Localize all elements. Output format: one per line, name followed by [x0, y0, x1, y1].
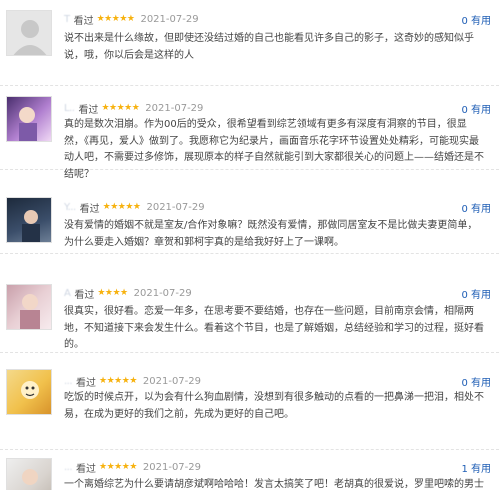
- review-date: 2021-07-29: [133, 287, 192, 299]
- avatar[interactable]: [6, 284, 52, 330]
- useful-button[interactable]: 1 有用: [461, 460, 491, 475]
- avatar[interactable]: [6, 96, 52, 142]
- review-meta: ... 看过 ★★★★★ 2021-07-29: [64, 459, 201, 475]
- watched-label: 看过: [78, 104, 99, 116]
- review-date: 2021-07-29: [142, 461, 202, 473]
- watched-label: 看过: [79, 203, 100, 215]
- avatar[interactable]: [6, 10, 52, 56]
- rating-stars: ★★★★★: [102, 202, 141, 212]
- photo-avatar-icon: [21, 381, 39, 399]
- photo-avatar-icon: [22, 469, 38, 485]
- avatar[interactable]: [6, 458, 52, 490]
- useful-button[interactable]: 0 有用: [461, 12, 491, 27]
- photo-avatar-icon: [20, 294, 40, 329]
- username[interactable]: ...: [64, 376, 73, 387]
- useful-button[interactable]: 0 有用: [461, 101, 491, 116]
- avatar[interactable]: [6, 369, 52, 415]
- useful-button[interactable]: 0 有用: [461, 286, 491, 301]
- photo-avatar-icon: [19, 107, 37, 141]
- review-date: 2021-07-29: [140, 13, 199, 25]
- username[interactable]: ...: [64, 462, 73, 473]
- review-meta: Y... 看过 ★★★★★ 2021-07-29: [64, 199, 205, 215]
- review-meta: L.. 看过 ★★★★★ 2021-07-29: [64, 100, 203, 116]
- review-text: 说不出来是什么缘故，但即使还没结过婚的自己也能看见许多自己的影子，这奇妙的感知似…: [64, 33, 474, 61]
- username[interactable]: T: [64, 14, 70, 25]
- watched-label: 看过: [73, 15, 94, 27]
- watched-label: 看过: [74, 289, 95, 301]
- username[interactable]: L..: [64, 103, 75, 114]
- avatar[interactable]: [6, 197, 52, 243]
- review-text: 吃饭的时候点开，以为会有什么狗血剧情，没想到有很多触动的点看的一把鼻涕一把泪，相…: [64, 392, 484, 420]
- review-text: 没有爱情的婚姻不就是室友/合作对象嘛？既然没有爱情，那做同居室友不是比做夫妻更简…: [64, 220, 478, 248]
- review-item: ... 看过 ★★★★★ 2021-07-29 1 有用 一个离婚综艺为什么要请…: [0, 450, 499, 490]
- photo-avatar-icon: [22, 210, 40, 242]
- review-meta: ... 看过 ★★★★★ 2021-07-29: [64, 373, 201, 389]
- watched-label: 看过: [76, 377, 97, 389]
- useful-button[interactable]: 0 有用: [461, 374, 491, 389]
- review-item: A 看过 ★★★★ 2021-07-29 0 有用 很真实，很好看。恋爱一年多，…: [0, 254, 499, 353]
- rating-stars: ★★★★: [97, 288, 128, 298]
- rating-stars: ★★★★★: [101, 103, 140, 113]
- default-avatar-icon: [13, 20, 47, 55]
- review-item: Y... 看过 ★★★★★ 2021-07-29 0 有用 没有爱情的婚姻不就是…: [0, 170, 499, 254]
- review-text: 一个离婚综艺为什么要请胡彦斌啊哈哈哈！发言太搞笑了吧！老胡真的很爱说，罗里吧嗦的…: [64, 479, 484, 490]
- review-date: 2021-07-29: [142, 375, 202, 387]
- review-item: T 看过 ★★★★★ 2021-07-29 0 有用 说不出来是什么缘故，但即使…: [0, 0, 499, 86]
- review-text: 很真实，很好看。恋爱一年多，在思考要不要结婚，也存在一些问题，目前南京会情，相隔…: [64, 306, 484, 350]
- username[interactable]: A: [64, 288, 71, 299]
- review-item: L.. 看过 ★★★★★ 2021-07-29 0 有用 真的是数次泪崩。作为0…: [0, 86, 499, 180]
- review-meta: A 看过 ★★★★ 2021-07-29: [64, 285, 192, 301]
- review-meta: T 看过 ★★★★★ 2021-07-29: [64, 11, 199, 27]
- useful-button[interactable]: 0 有用: [461, 200, 491, 215]
- watched-label: 看过: [76, 463, 97, 475]
- rating-stars: ★★★★★: [96, 14, 135, 24]
- username[interactable]: Y...: [64, 202, 76, 213]
- rating-stars: ★★★★★: [99, 376, 137, 386]
- review-date: 2021-07-29: [145, 102, 204, 114]
- review-item: ... 看过 ★★★★★ 2021-07-29 0 有用 吃饭的时候点开，以为会…: [0, 353, 499, 450]
- rating-stars: ★★★★★: [99, 462, 137, 472]
- review-date: 2021-07-29: [146, 201, 205, 213]
